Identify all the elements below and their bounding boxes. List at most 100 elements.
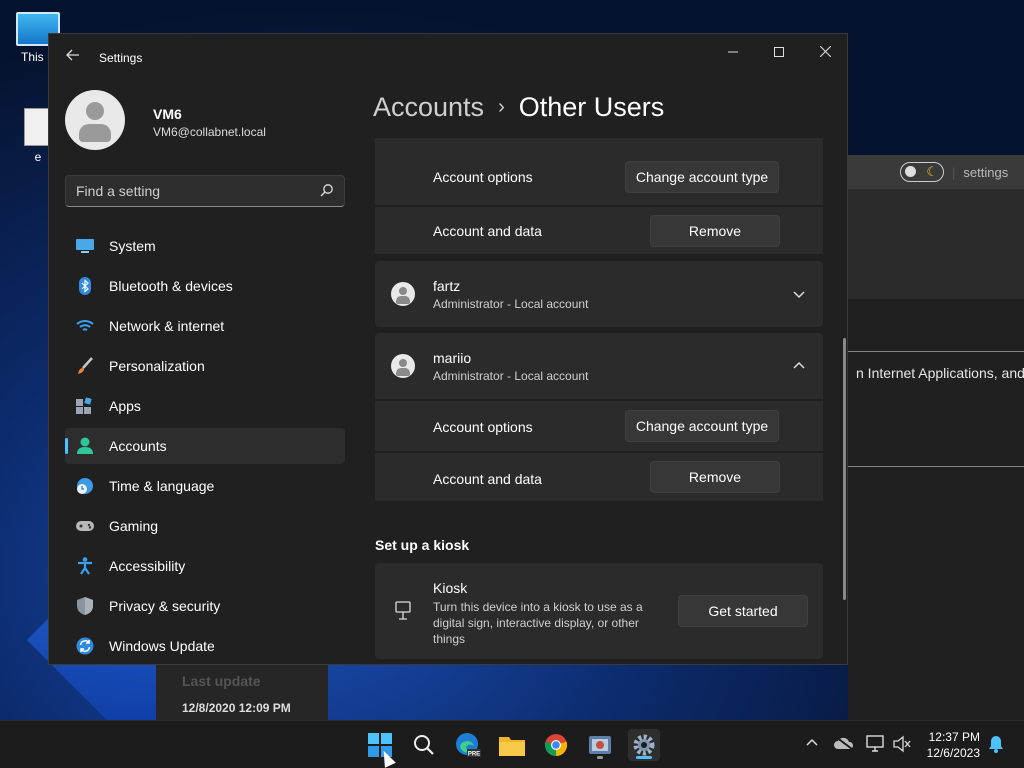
account-options-row: Account options Change account type [375, 401, 823, 451]
get-started-button[interactable]: Get started [678, 595, 808, 627]
sidebar-item-privacy[interactable]: Privacy & security [65, 588, 345, 624]
sidebar-item-gaming[interactable]: Gaming [65, 508, 345, 544]
sidebar-item-label: System [109, 238, 156, 254]
user-card-fartz[interactable]: fartz Administrator - Local account [375, 261, 823, 327]
avatar [391, 354, 415, 378]
account-options-label: Account options [433, 419, 533, 435]
kiosk-description: Turn this device into a kiosk to use as … [433, 600, 643, 646]
remove-button[interactable]: Remove [650, 215, 780, 247]
notification-bell-icon[interactable] [986, 735, 1006, 755]
sidebar-item-apps[interactable]: Apps [65, 388, 345, 424]
avatar [65, 90, 125, 150]
divider [848, 466, 1024, 467]
window-title: Settings [99, 51, 143, 65]
clock-time: 12:37 PM [928, 730, 980, 744]
kiosk-icon [395, 601, 411, 620]
account-options-label: Account options [433, 169, 533, 185]
sidebar-item-label: Privacy & security [109, 598, 221, 614]
main-content: Accounts › Other Users Account options Cha… [373, 34, 847, 664]
edge-pre-icon: PRE [456, 733, 481, 758]
background-text: n Internet Applications, and s [856, 365, 1024, 381]
sidebar-item-label: Windows Update [109, 638, 215, 654]
kiosk-title: Kiosk [433, 580, 468, 596]
moon-icon: ☾ [926, 164, 938, 179]
kiosk-card: Kiosk Turn this device into a kiosk to u… [375, 563, 823, 659]
sidebar-item-windows-update[interactable]: Windows Update [65, 628, 345, 664]
sidebar-item-system[interactable]: System [65, 228, 345, 264]
sidebar-item-label: Time & language [109, 478, 215, 494]
section-title-kiosk: Set up a kiosk [375, 537, 470, 553]
divider [848, 351, 1024, 352]
user-profile[interactable]: VM6 VM6@collabnet.local [65, 90, 266, 150]
avatar [391, 282, 415, 306]
user-options-panel: Account options Change account type Acco… [375, 138, 823, 254]
background-tab-label[interactable]: settings [963, 165, 1008, 180]
toolbar-divider: | [952, 164, 956, 180]
clock-date: 12/6/2023 [926, 746, 980, 760]
settings-gear-icon [633, 734, 655, 756]
account-options-row: Account options Change account type [375, 152, 823, 202]
settings-window: Settings VM6 VM6@collabnet.local System … [48, 33, 848, 665]
chrome-icon [544, 734, 568, 757]
sidebar-item-label: Personalization [109, 358, 205, 374]
system-clock[interactable]: 12:37 PM 12/6/2023 [927, 729, 980, 761]
chevron-down-icon[interactable] [789, 284, 809, 304]
shield-icon [75, 596, 95, 616]
desktop-icon-label: e [34, 150, 42, 164]
background-window-2: Last update 12/8/2020 12:09 PM [156, 665, 328, 720]
update-icon [75, 636, 95, 656]
sidebar-item-accessibility[interactable]: Accessibility [65, 548, 345, 584]
file-explorer-button[interactable] [496, 729, 528, 761]
theme-toggle[interactable]: ☾ [900, 162, 944, 182]
globe-clock-icon [75, 476, 95, 496]
bluetooth-icon [75, 276, 95, 296]
system-icon [75, 236, 95, 256]
profile-email: VM6@collabnet.local [153, 125, 266, 139]
user-name: mariio [433, 350, 472, 366]
sidebar-item-accounts[interactable]: Accounts [65, 428, 345, 464]
sidebar-item-label: Network & internet [109, 318, 225, 334]
chevron-up-icon[interactable] [789, 356, 809, 376]
volume-muted-icon[interactable] [892, 735, 912, 755]
account-data-row: Account and data Remove [375, 453, 823, 503]
sidebar-item-network[interactable]: Network & internet [65, 308, 345, 344]
back-arrow-icon [66, 49, 79, 61]
change-account-type-button[interactable]: Change account type [625, 410, 779, 442]
network-icon[interactable] [866, 735, 886, 755]
search-box [65, 175, 345, 207]
file-explorer-icon [499, 737, 525, 756]
sidebar-item-label: Bluetooth & devices [109, 278, 233, 294]
search-input[interactable] [66, 176, 296, 206]
background-window: ☾ | settings n Internet Applications, an… [848, 155, 1024, 720]
last-update-timestamp: 12/8/2020 12:09 PM [182, 701, 291, 715]
app-icon [589, 736, 611, 754]
onedrive-icon[interactable] [834, 735, 854, 755]
sidebar-item-personalization[interactable]: Personalization [65, 348, 345, 384]
settings-taskbar-button[interactable] [628, 729, 660, 761]
breadcrumb: Accounts › Other Users [373, 92, 664, 123]
back-button[interactable] [63, 48, 83, 68]
svg-text:PRE: PRE [468, 752, 480, 758]
wifi-icon [75, 316, 95, 336]
chevron-up-icon[interactable] [802, 735, 822, 755]
app-button[interactable] [584, 729, 616, 761]
gamepad-icon [75, 516, 95, 536]
user-card-mariio[interactable]: mariio Administrator - Local account [375, 333, 823, 399]
remove-button[interactable]: Remove [650, 461, 780, 493]
user-name: fartz [433, 278, 461, 294]
sidebar-item-label: Accessibility [109, 558, 186, 574]
sidebar-item-bluetooth[interactable]: Bluetooth & devices [65, 268, 345, 304]
breadcrumb-separator: › [498, 96, 505, 118]
taskbar-search-button[interactable] [408, 729, 440, 761]
active-indicator [636, 756, 652, 759]
chrome-button[interactable] [540, 729, 572, 761]
change-account-type-button[interactable]: Change account type [625, 161, 779, 193]
search-icon[interactable] [320, 183, 334, 197]
breadcrumb-parent[interactable]: Accounts [373, 92, 484, 122]
scrollbar[interactable] [843, 338, 846, 600]
edge-button[interactable]: PRE [452, 729, 484, 761]
sidebar-item-time-language[interactable]: Time & language [65, 468, 345, 504]
search-icon [414, 735, 434, 755]
last-update-label: Last update [182, 673, 261, 689]
sidebar-item-label: Gaming [109, 518, 159, 534]
